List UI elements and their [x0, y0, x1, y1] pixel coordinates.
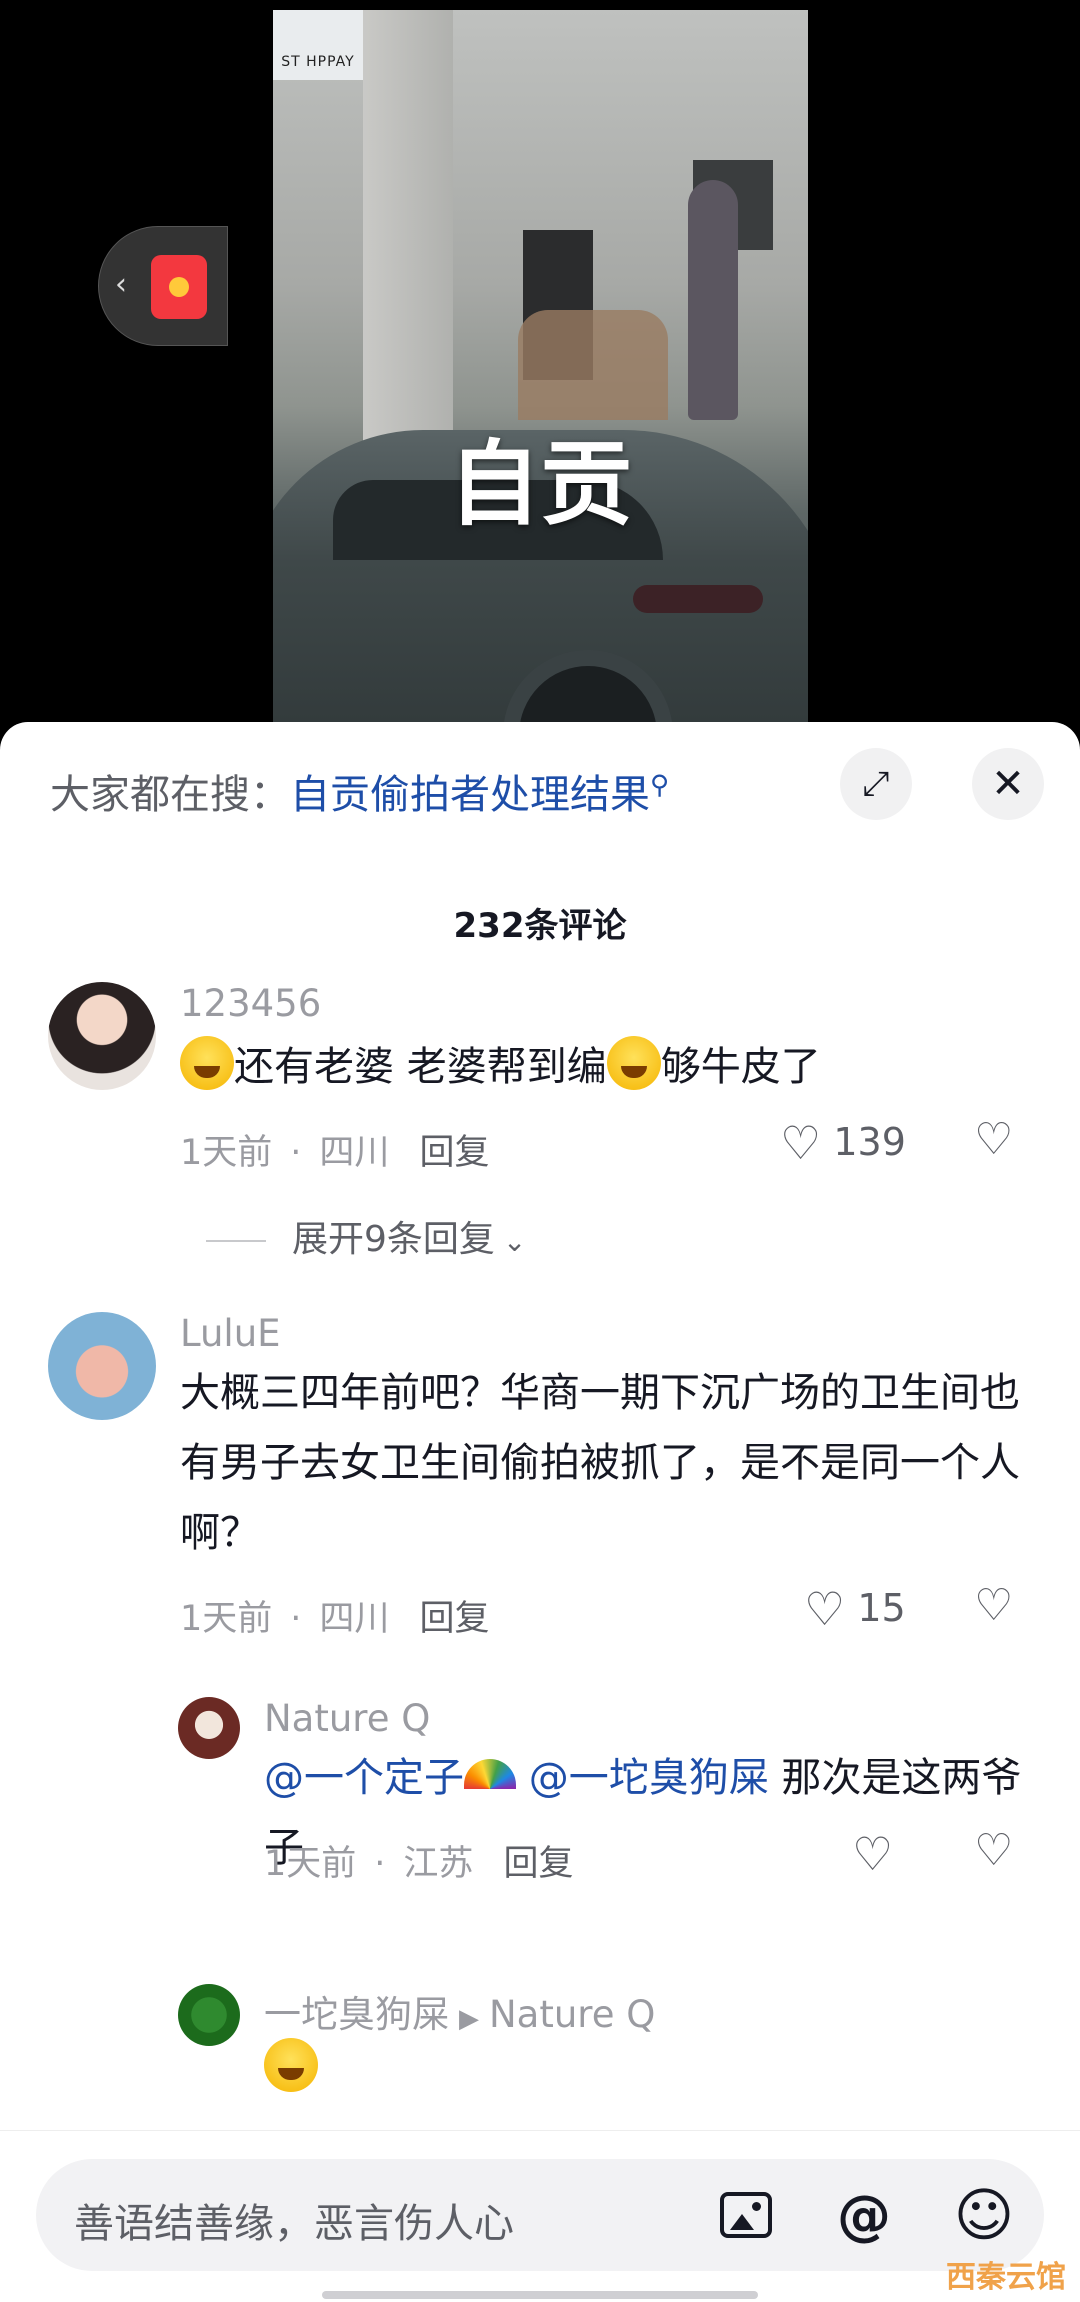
separator-dot: · — [290, 1599, 302, 1639]
comment-text-body: 还有老婆 老婆帮到编 — [234, 1044, 607, 1090]
video-umbrella — [688, 180, 738, 420]
reply-button[interactable]: 回复 — [389, 1599, 489, 1639]
chevron-left-icon: ‹ — [115, 267, 127, 302]
mention-button[interactable]: @ — [832, 2183, 896, 2247]
dislike-button[interactable]: ♡ — [974, 1580, 1013, 1631]
shop-sign: ST HPPAY — [273, 10, 363, 80]
divider-line — [206, 1240, 266, 1242]
reply-location: 江苏 — [403, 1844, 474, 1884]
laugh-cry-emoji-icon — [264, 2038, 318, 2092]
reply-to-username[interactable]: Nature Q — [489, 1993, 655, 2036]
video-background — [363, 10, 453, 450]
reply-button[interactable]: 回复 — [473, 1844, 573, 1884]
avatar[interactable] — [178, 1697, 240, 1759]
avatar[interactable] — [48, 982, 156, 1090]
smile-icon: ☺ — [953, 2181, 1015, 2249]
avatar[interactable] — [48, 1312, 156, 1420]
video-people — [518, 310, 668, 420]
home-indicator[interactable] — [322, 2291, 758, 2299]
reply-username[interactable]: Nature Q — [264, 1697, 430, 1740]
reply-text — [264, 2034, 1080, 2104]
expand-replies-label: 展开9条回复 — [292, 1219, 495, 1260]
like-button[interactable]: ♡ — [852, 1827, 893, 1881]
mention-link[interactable]: @一个定子 — [264, 1755, 464, 1801]
video-car-taillight — [633, 585, 763, 613]
reply-username-line: 一坨臭狗屎 ▶ Nature Q — [264, 1984, 655, 2038]
grin-emoji-icon — [180, 1036, 234, 1090]
comment-time: 1天前 — [180, 1133, 273, 1173]
reply-button[interactable]: 回复 — [389, 1133, 489, 1173]
emoji-button[interactable]: ☺ — [952, 2181, 1016, 2249]
search-suggestion-prefix: 大家都在搜： — [50, 772, 290, 818]
close-button[interactable]: ✕ — [972, 748, 1044, 820]
comment-location: 四川 — [319, 1133, 390, 1173]
comment-input-bar: 善语结善缘，恶言伤人心 @ ☺ — [0, 2130, 1080, 2302]
comment-location: 四川 — [319, 1599, 390, 1639]
expand-icon: ⤢ — [862, 764, 890, 804]
dislike-button[interactable]: ♡ — [974, 1825, 1013, 1876]
reply-time: 1天前 — [264, 1844, 357, 1884]
comment-sheet: 大家都在搜：自贡偷拍者处理结果⚲ ⤢ ✕ 232条评论 123456 还有老婆 … — [0, 722, 1080, 2302]
rainbow-emoji-icon — [464, 1759, 516, 1789]
dislike-button[interactable]: ♡ — [974, 1114, 1013, 1165]
red-packet-icon — [151, 255, 207, 319]
chevron-down-icon: ⌄ — [502, 1225, 527, 1258]
at-icon: @ — [837, 2183, 891, 2247]
video-caption: 自贡 — [448, 431, 633, 538]
like-count: 15 — [857, 1586, 906, 1630]
comment-input-placeholder: 善语结善缘，恶言伤人心 — [74, 2201, 514, 2247]
expand-button[interactable]: ⤢ — [840, 748, 912, 820]
search-suggestion-query[interactable]: 自贡偷拍者处理结果 — [290, 772, 650, 818]
mention-link[interactable]: @一坨臭狗屎 — [529, 1755, 769, 1801]
reply-username[interactable]: 一坨臭狗屎 — [264, 1993, 449, 2036]
avatar[interactable] — [178, 1984, 240, 2046]
comment-meta: 1天前 · 四川 回复 — [180, 1590, 489, 1641]
heart-icon: ♡ — [780, 1116, 822, 1170]
heart-icon: ♡ — [852, 1827, 894, 1881]
image-icon — [720, 2192, 772, 2238]
comment-username[interactable]: 123456 — [180, 982, 321, 1025]
like-count: 139 — [833, 1120, 906, 1164]
broken-heart-icon: ♡ — [974, 1580, 1014, 1631]
video-frame[interactable]: ST HPPAY 自贡 — [273, 10, 808, 730]
comment-meta: 1天前 · 四川 回复 — [180, 1124, 489, 1175]
red-packet-button[interactable]: ‹ — [98, 226, 228, 346]
separator-dot: · — [374, 1844, 386, 1884]
watermark: 西秦云馆 — [946, 2260, 1066, 2295]
laugh-cry-emoji-icon — [606, 1036, 661, 1090]
reply-meta: 1天前 · 江苏 回复 — [264, 1835, 573, 1886]
search-suggestion[interactable]: 大家都在搜：自贡偷拍者处理结果⚲ — [50, 762, 669, 820]
comment-username[interactable]: LuluE — [180, 1312, 281, 1355]
heart-icon: ♡ — [804, 1582, 846, 1636]
like-button[interactable]: ♡ 15 — [804, 1582, 906, 1636]
comment-text: 还有老婆 老婆帮到编 够牛皮了 — [180, 1032, 1020, 1102]
reply-arrow-icon: ▶ — [459, 2004, 479, 2034]
close-icon: ✕ — [991, 761, 1025, 807]
broken-heart-icon: ♡ — [974, 1114, 1014, 1165]
comment-time: 1天前 — [180, 1599, 273, 1639]
search-icon: ⚲ — [650, 770, 670, 801]
like-button[interactable]: ♡ 139 — [780, 1116, 906, 1170]
comment-text-tail: 够牛皮了 — [660, 1044, 821, 1090]
comment-text: 大概三四年前吧？华商一期下沉广场的卫生间也有男子去女卫生间偷拍被抓了，是不是同一… — [180, 1370, 1020, 1556]
comment-count: 232条评论 — [453, 906, 627, 946]
separator-dot: · — [290, 1133, 302, 1173]
image-button[interactable] — [714, 2183, 778, 2247]
broken-heart-icon: ♡ — [974, 1825, 1014, 1876]
expand-replies-button[interactable]: 展开9条回复 ⌄ — [206, 1210, 527, 1262]
video-player[interactable]: ST HPPAY 自贡 ‹ — [0, 0, 1080, 740]
comment-input[interactable]: 善语结善缘，恶言伤人心 @ ☺ — [36, 2159, 1044, 2271]
